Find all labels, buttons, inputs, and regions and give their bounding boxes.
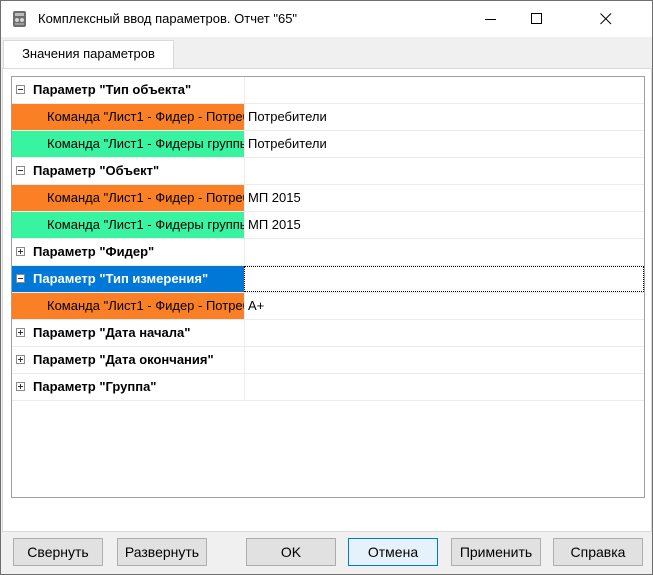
parameter-value-cell[interactable] bbox=[244, 158, 644, 184]
tab-parameter-values[interactable]: Значения параметров bbox=[3, 40, 174, 69]
parameter-value-cell[interactable]: Потребители bbox=[244, 131, 644, 157]
title-bar[interactable]: Комплексный ввод параметров. Отчет "65" bbox=[1, 1, 652, 37]
parameter-row[interactable]: Параметр "Тип объекта" bbox=[12, 77, 644, 104]
minimize-button[interactable] bbox=[468, 1, 514, 37]
parameter-name: Параметр "Фидер" bbox=[33, 244, 155, 259]
minimize-icon bbox=[485, 19, 496, 20]
collapse-button[interactable]: Свернуть bbox=[13, 538, 103, 566]
parameter-name: Параметр "Тип измерения" bbox=[12, 266, 244, 292]
apply-button[interactable]: Применить bbox=[451, 538, 541, 566]
command-row[interactable]: Команда "Лист1 - Фидеры группы" Потребите… bbox=[12, 131, 644, 158]
parameter-name: Параметр "Объект" bbox=[33, 163, 160, 178]
parameter-value-cell[interactable]: A+ bbox=[244, 293, 644, 319]
parameter-value-cell[interactable] bbox=[244, 347, 644, 373]
parameter-row[interactable]: Параметр "Тип измерения" bbox=[12, 266, 644, 293]
parameter-value-cell[interactable] bbox=[244, 320, 644, 346]
parameter-value-cell[interactable] bbox=[244, 374, 644, 400]
command-row[interactable]: Команда "Лист1 - Фидер - Потребители"МП … bbox=[12, 185, 644, 212]
tab-panel: Параметр "Тип объекта" Команда "Лист1 - Ф… bbox=[2, 68, 652, 532]
parameter-name: Параметр "Группа" bbox=[33, 379, 157, 394]
help-button[interactable]: Справка bbox=[553, 538, 643, 566]
parameter-value-cell[interactable]: МП 2015 bbox=[244, 185, 644, 211]
command-row[interactable]: Команда "Лист1 - Фидеры группы" МП 2015 bbox=[12, 212, 644, 239]
command-name: Команда "Лист1 - Фидеры группы" bbox=[12, 131, 244, 157]
close-button[interactable] bbox=[560, 1, 652, 37]
expand-node-icon[interactable] bbox=[16, 247, 25, 256]
parameters-grid[interactable]: Параметр "Тип объекта" Команда "Лист1 - Ф… bbox=[11, 76, 645, 498]
expand-node-icon[interactable] bbox=[16, 355, 25, 364]
command-name: Команда "Лист1 - Фидер - Потребители" bbox=[12, 104, 244, 130]
parameter-name: Параметр "Дата окончания" bbox=[33, 352, 214, 367]
cancel-button[interactable]: Отмена bbox=[348, 538, 438, 566]
tab-strip: Значения параметров bbox=[1, 37, 652, 69]
parameter-value-cell[interactable] bbox=[244, 266, 644, 292]
parameter-row[interactable]: Параметр "Дата окончания" bbox=[12, 347, 644, 374]
close-icon bbox=[600, 13, 612, 25]
collapse-node-icon[interactable] bbox=[16, 274, 25, 283]
command-row[interactable]: Команда "Лист1 - Фидер - Потребители"A+ bbox=[12, 293, 644, 320]
parameter-row[interactable]: Параметр "Объект" bbox=[12, 158, 644, 185]
parameter-row[interactable]: Параметр "Дата начала" bbox=[12, 320, 644, 347]
collapse-node-icon[interactable] bbox=[16, 85, 25, 94]
dialog-window: Комплексный ввод параметров. Отчет "65" … bbox=[0, 0, 653, 575]
parameter-value-cell[interactable] bbox=[244, 77, 644, 103]
expand-button[interactable]: Развернуть bbox=[117, 538, 207, 566]
window-title: Комплексный ввод параметров. Отчет "65" bbox=[38, 11, 298, 26]
parameter-value-cell[interactable] bbox=[244, 239, 644, 265]
ok-button[interactable]: OK bbox=[246, 538, 336, 566]
command-name: Команда "Лист1 - Фидер - Потребители" bbox=[12, 185, 244, 211]
command-name: Команда "Лист1 - Фидеры группы" bbox=[12, 212, 244, 238]
parameter-name: Параметр "Дата начала" bbox=[33, 325, 191, 340]
parameter-row[interactable]: Параметр "Группа" bbox=[12, 374, 644, 401]
maximize-button[interactable] bbox=[514, 1, 560, 37]
maximize-icon bbox=[531, 13, 542, 24]
parameter-name: Параметр "Тип объекта" bbox=[33, 82, 192, 97]
expand-node-icon[interactable] bbox=[16, 382, 25, 391]
report-app-icon bbox=[11, 10, 28, 28]
parameter-value-cell[interactable]: МП 2015 bbox=[244, 212, 644, 238]
command-name: Команда "Лист1 - Фидер - Потребители" bbox=[12, 293, 244, 319]
expand-node-icon[interactable] bbox=[16, 328, 25, 337]
collapse-node-icon[interactable] bbox=[16, 166, 25, 175]
command-row[interactable]: Команда "Лист1 - Фидер - Потребители"Пот… bbox=[12, 104, 644, 131]
parameter-row[interactable]: Параметр "Фидер" bbox=[12, 239, 644, 266]
parameter-value-cell[interactable]: Потребители bbox=[244, 104, 644, 130]
